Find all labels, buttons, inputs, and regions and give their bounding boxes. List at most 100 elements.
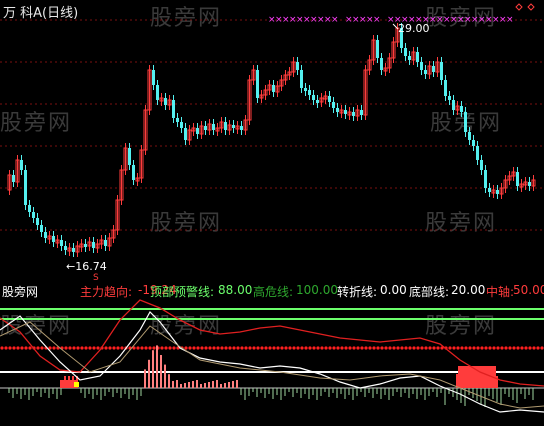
axis-dot	[484, 346, 488, 350]
candle-body	[352, 112, 355, 116]
candle-body	[232, 125, 235, 128]
candle-body	[296, 62, 299, 70]
histogram-bar	[172, 381, 174, 388]
axis-dot	[28, 346, 32, 350]
axis-dot	[368, 346, 372, 350]
histogram-bar	[148, 359, 150, 388]
candle-body	[308, 90, 311, 95]
axis-dot	[360, 346, 364, 350]
axis-dot	[164, 346, 168, 350]
axis-dot	[292, 346, 296, 350]
histogram-bar	[456, 374, 458, 388]
candle-body	[60, 240, 63, 246]
axis-dot	[204, 346, 208, 350]
signal-marker	[74, 382, 79, 387]
axis-dot	[92, 346, 96, 350]
low-price-label: ←16.74	[66, 260, 107, 273]
danger-name: 高危线:	[253, 285, 294, 299]
axis-dot	[424, 346, 428, 350]
axis-dot	[456, 346, 460, 350]
histogram-block	[458, 366, 496, 388]
candle-body	[360, 110, 363, 115]
axis-dot	[448, 346, 452, 350]
candle-body	[240, 126, 243, 130]
axis-dot	[248, 346, 252, 350]
candle-body	[480, 160, 483, 170]
axis-dot	[516, 346, 520, 350]
axis-dot	[356, 346, 360, 350]
candle-body	[424, 70, 427, 74]
histogram-bar	[220, 384, 222, 388]
danger-value: 100.00	[296, 283, 338, 297]
histogram-bar	[200, 384, 202, 388]
axis-dot	[532, 346, 536, 350]
warning-x-marker: ×	[331, 15, 339, 25]
candle-body	[380, 58, 383, 70]
candle-body	[472, 140, 475, 146]
diamond-icons	[515, 3, 535, 11]
histogram-bar	[156, 345, 158, 388]
histogram-bar	[204, 383, 206, 388]
axis-dot	[192, 346, 196, 350]
axis-dot	[316, 346, 320, 350]
axis-dot	[68, 346, 72, 350]
axis-dot	[472, 346, 476, 350]
axis-dot	[280, 346, 284, 350]
axis-dot	[244, 346, 248, 350]
candle-body	[300, 70, 303, 88]
candle-body	[376, 40, 379, 58]
axis-dot	[464, 346, 468, 350]
candle-body	[72, 248, 75, 252]
axis-dot	[348, 346, 352, 350]
candle-body	[344, 110, 347, 114]
price-grid	[0, 19, 544, 231]
candle-body	[224, 122, 227, 130]
histogram-bar	[196, 380, 198, 388]
histogram-bar	[164, 364, 166, 388]
axis-dot	[104, 346, 108, 350]
axis-dot	[256, 346, 260, 350]
chart-canvas: × × × × × × × × × × × × × × × × × × × × × × × × × × × × × × × × × 29.00 …	[0, 3, 544, 413]
axis-dot	[168, 346, 172, 350]
candle-body	[184, 128, 187, 140]
histogram-bar	[176, 380, 178, 388]
axis-dot	[236, 346, 240, 350]
axis-dot	[40, 346, 44, 350]
candle-body	[196, 128, 199, 134]
axis-dot	[208, 346, 212, 350]
diamond-icon[interactable]	[515, 3, 523, 11]
axis-dot	[320, 346, 324, 350]
axis-dot	[504, 346, 508, 350]
candle-body	[468, 132, 471, 140]
candle-body	[40, 225, 43, 232]
candle-body	[404, 48, 407, 56]
axis-dot	[120, 346, 124, 350]
histogram-bar	[228, 382, 230, 388]
candle-body	[128, 148, 131, 165]
axis-dot	[272, 346, 276, 350]
axis-dot	[312, 346, 316, 350]
axis-dot	[420, 346, 424, 350]
axis-dot	[520, 346, 524, 350]
candle-body	[516, 172, 519, 186]
axis-dot	[80, 346, 84, 350]
histogram-bar	[184, 383, 186, 388]
stock-chart-window: { "title": "万 科A(日线)", "annotations": { …	[0, 0, 544, 426]
axis-dot	[52, 346, 56, 350]
axis-dot	[412, 346, 416, 350]
axis-dot	[108, 346, 112, 350]
top-warn-value: 88.00	[218, 283, 253, 297]
turn-name: 转折线:	[337, 285, 378, 299]
axis-dot	[196, 346, 200, 350]
candle-body	[20, 160, 23, 170]
axis-dot	[172, 346, 176, 350]
axis-dot	[160, 346, 164, 350]
axis-dot	[8, 346, 12, 350]
axis-dot	[24, 346, 28, 350]
axis-dot	[416, 346, 420, 350]
axis-dot	[536, 346, 540, 350]
axis-dot	[436, 346, 440, 350]
axis-dot	[488, 346, 492, 350]
axis-dot	[372, 346, 376, 350]
diamond-icon[interactable]	[527, 3, 535, 11]
